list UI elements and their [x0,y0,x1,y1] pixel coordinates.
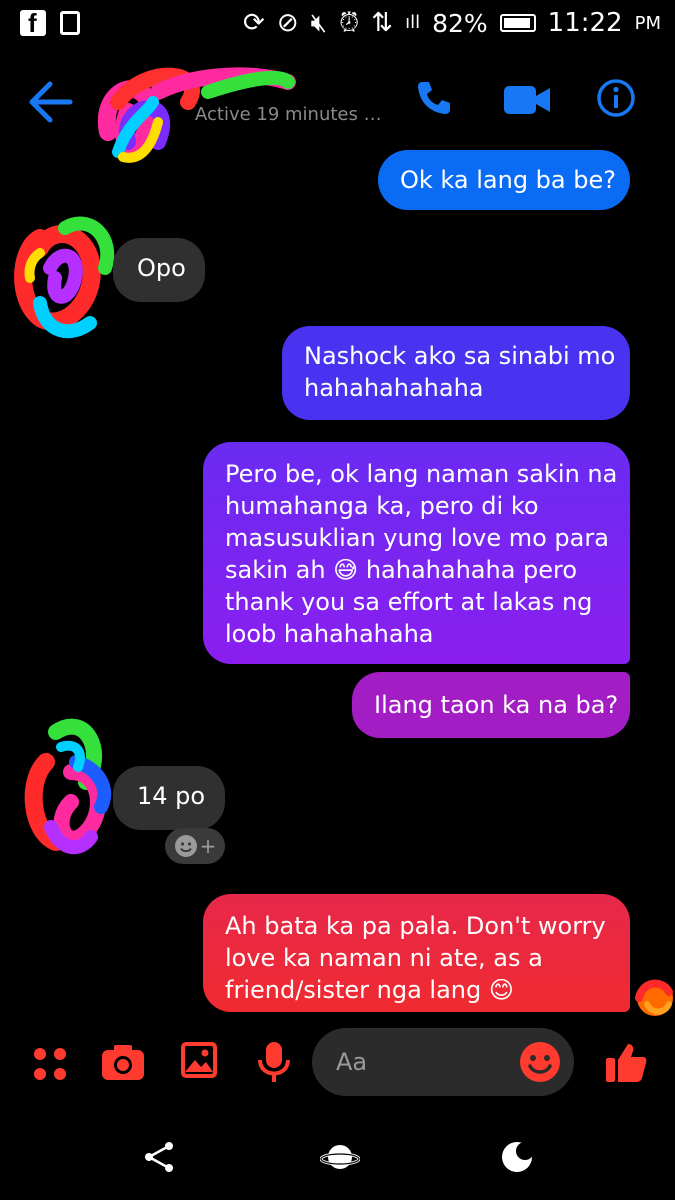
conversation-header: Active 19 minutes a... [0,60,675,163]
active-status: Active 19 minutes a... [195,104,385,125]
message-input-pill[interactable] [312,1028,574,1096]
emoji-reaction-icon [174,835,197,857]
status-bar: ⟳ ⊘ 🔇︎ ⏰︎ ⇅ ıll 82% 11:22 PM [0,0,675,48]
clock-time: 11:22 [547,8,623,38]
battery-icon [499,14,536,32]
message-input[interactable] [334,1044,518,1080]
sent-message-bubble[interactable]: Ok ka lang ba be? [378,150,630,210]
moon-toggle-icon[interactable] [500,1140,534,1174]
mute-icon: 🔇︎ [310,8,327,38]
sent-message-bubble[interactable]: Ah bata ka pa pala. Don't worry love ka … [203,894,630,1012]
microphone-icon[interactable] [256,1040,292,1084]
back-arrow-icon[interactable] [26,80,74,124]
phone-icon [60,11,80,35]
emoji-icon[interactable] [518,1040,562,1084]
share-icon[interactable] [143,1140,177,1174]
facebook-icon [20,8,46,39]
menu-dots-icon[interactable] [30,1044,70,1084]
contact-avatar-scribble[interactable] [10,208,120,348]
phone-call-icon[interactable] [414,78,454,118]
seen-receipt-avatar [635,979,673,1016]
system-nav-bar [0,1120,675,1200]
add-reaction-button[interactable]: + [165,828,225,864]
clock-ampm: PM [634,12,661,34]
sent-message-bubble[interactable]: Pero be, ok lang naman sakin na humahang… [203,442,630,664]
gallery-icon[interactable] [179,1040,219,1080]
data-icon: ⇅ [371,8,394,38]
video-call-icon[interactable] [502,82,552,118]
contact-avatar-scribble[interactable] [16,712,116,862]
block-icon: ⊘ [276,8,299,38]
battery-percent: 82% [432,8,488,38]
received-message-bubble[interactable]: Opo [113,238,205,302]
info-icon[interactable] [596,78,636,118]
message-composer [0,1020,675,1110]
sync-icon: ⟳ [243,8,265,38]
thumbs-up-icon[interactable] [604,1040,648,1084]
sent-message-bubble[interactable]: Ilang taon ka na ba? [352,672,630,738]
saturn-icon[interactable] [320,1140,360,1174]
contact-avatar-scribble[interactable] [88,62,298,212]
camera-icon[interactable] [100,1042,146,1082]
signal-icon: ıll [405,12,421,33]
received-message-bubble[interactable]: 14 po [113,766,225,830]
alarm-icon: ⏰︎ [339,8,360,38]
sent-message-bubble[interactable]: Nashock ako sa sinabi mo hahahahahaha [282,326,630,420]
plus-icon: + [199,834,217,858]
